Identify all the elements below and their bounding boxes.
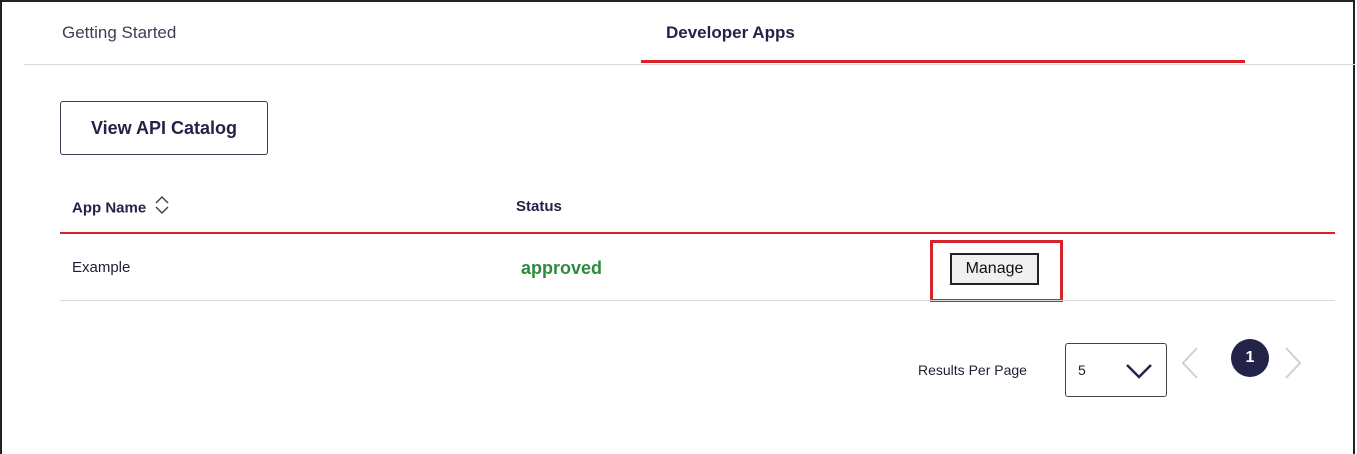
- sort-up-down-icon[interactable]: [154, 195, 170, 219]
- results-per-page-select[interactable]: 5: [1065, 343, 1167, 397]
- results-per-page-label: Results Per Page: [918, 362, 1027, 378]
- tab-getting-started[interactable]: Getting Started: [62, 0, 176, 64]
- chevron-left-icon[interactable]: [1180, 346, 1200, 385]
- app-name-header-label: App Name: [72, 199, 147, 217]
- app-name-cell: Example: [72, 259, 131, 276]
- header-divider: [60, 232, 1335, 234]
- row-divider: [60, 300, 1335, 301]
- manage-button[interactable]: Manage: [950, 253, 1039, 285]
- column-header-app-name[interactable]: App Name: [72, 195, 170, 219]
- column-header-status: Status: [516, 198, 562, 215]
- chevron-right-icon[interactable]: [1283, 346, 1303, 385]
- tab-bar: Getting Started Developer Apps: [24, 0, 1355, 65]
- active-tab-indicator: [641, 60, 1245, 63]
- tab-developer-apps[interactable]: Developer Apps: [666, 0, 795, 64]
- manage-highlight: Manage: [930, 240, 1063, 302]
- view-api-catalog-button[interactable]: View API Catalog: [60, 101, 268, 155]
- chevron-down-icon: [1124, 358, 1154, 387]
- page-1-button[interactable]: 1: [1231, 339, 1269, 377]
- results-per-page-value: 5: [1078, 362, 1086, 378]
- status-cell: approved: [521, 258, 603, 278]
